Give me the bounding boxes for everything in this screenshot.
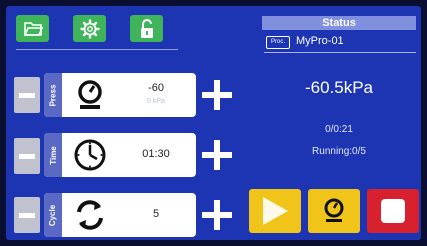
minus-icon (19, 153, 35, 159)
unlock-icon (140, 18, 153, 38)
press-decrease-button[interactable] (14, 77, 40, 113)
status-panel: Status Proc. MyPro-01 -60.5kPa 0/0:21 Ru… (262, 16, 416, 184)
cycle-panel[interactable]: Cycle 5 (44, 193, 196, 237)
press-value: -60 (148, 82, 164, 94)
pressure-readout: -60.5kPa (304, 78, 374, 97)
time-tag: Time (44, 133, 62, 177)
stop-icon (381, 199, 405, 223)
play-button[interactable] (249, 189, 301, 233)
time-increase-button[interactable] (202, 140, 232, 170)
time-label: Time (48, 145, 58, 165)
press-unit: 0 kPa (147, 98, 165, 105)
minus-icon (19, 92, 35, 98)
time-value: 01:30 (142, 148, 170, 160)
program-badge: Proc. (266, 36, 290, 49)
play-icon (263, 197, 288, 225)
cycle-arrows-icon (77, 200, 103, 230)
program-name: MyPro-01 (296, 35, 344, 47)
press-label: Press (48, 84, 58, 106)
press-panel[interactable]: Press -60 0 kPa (44, 73, 196, 117)
status-divider (264, 52, 416, 53)
time-decrease-button[interactable] (14, 138, 40, 174)
elapsed-time: 0/0:21 (325, 124, 353, 135)
cycle-value: 5 (152, 208, 160, 220)
clock-icon (74, 139, 106, 171)
cycle-tag: Cycle (44, 193, 62, 237)
press-tag: Press (44, 73, 62, 117)
running-count: Running:0/5 (312, 146, 366, 157)
cycle-decrease-button[interactable] (14, 197, 40, 233)
lock-button[interactable] (130, 15, 163, 42)
cycle-label: Cycle (48, 204, 58, 226)
settings-button[interactable] (73, 15, 106, 42)
gear-icon (79, 18, 100, 39)
minus-icon (19, 212, 35, 218)
time-panel[interactable]: Time 01:30 (44, 133, 196, 177)
cycle-increase-button[interactable] (202, 200, 232, 230)
stop-button[interactable] (367, 189, 419, 233)
folder-open-icon (23, 21, 43, 36)
toolbar-divider (16, 49, 178, 50)
status-title: Status (262, 16, 416, 30)
gauge-button[interactable] (308, 189, 360, 233)
program-row: Proc. MyPro-01 (266, 34, 416, 50)
pressure-gauge-icon (324, 198, 344, 222)
press-increase-button[interactable] (202, 80, 232, 110)
pressure-gauge-icon (78, 80, 102, 109)
device-screen: Press -60 0 kPa Time 01:30 Cycle 5 Statu… (6, 6, 421, 240)
open-button[interactable] (16, 15, 49, 42)
